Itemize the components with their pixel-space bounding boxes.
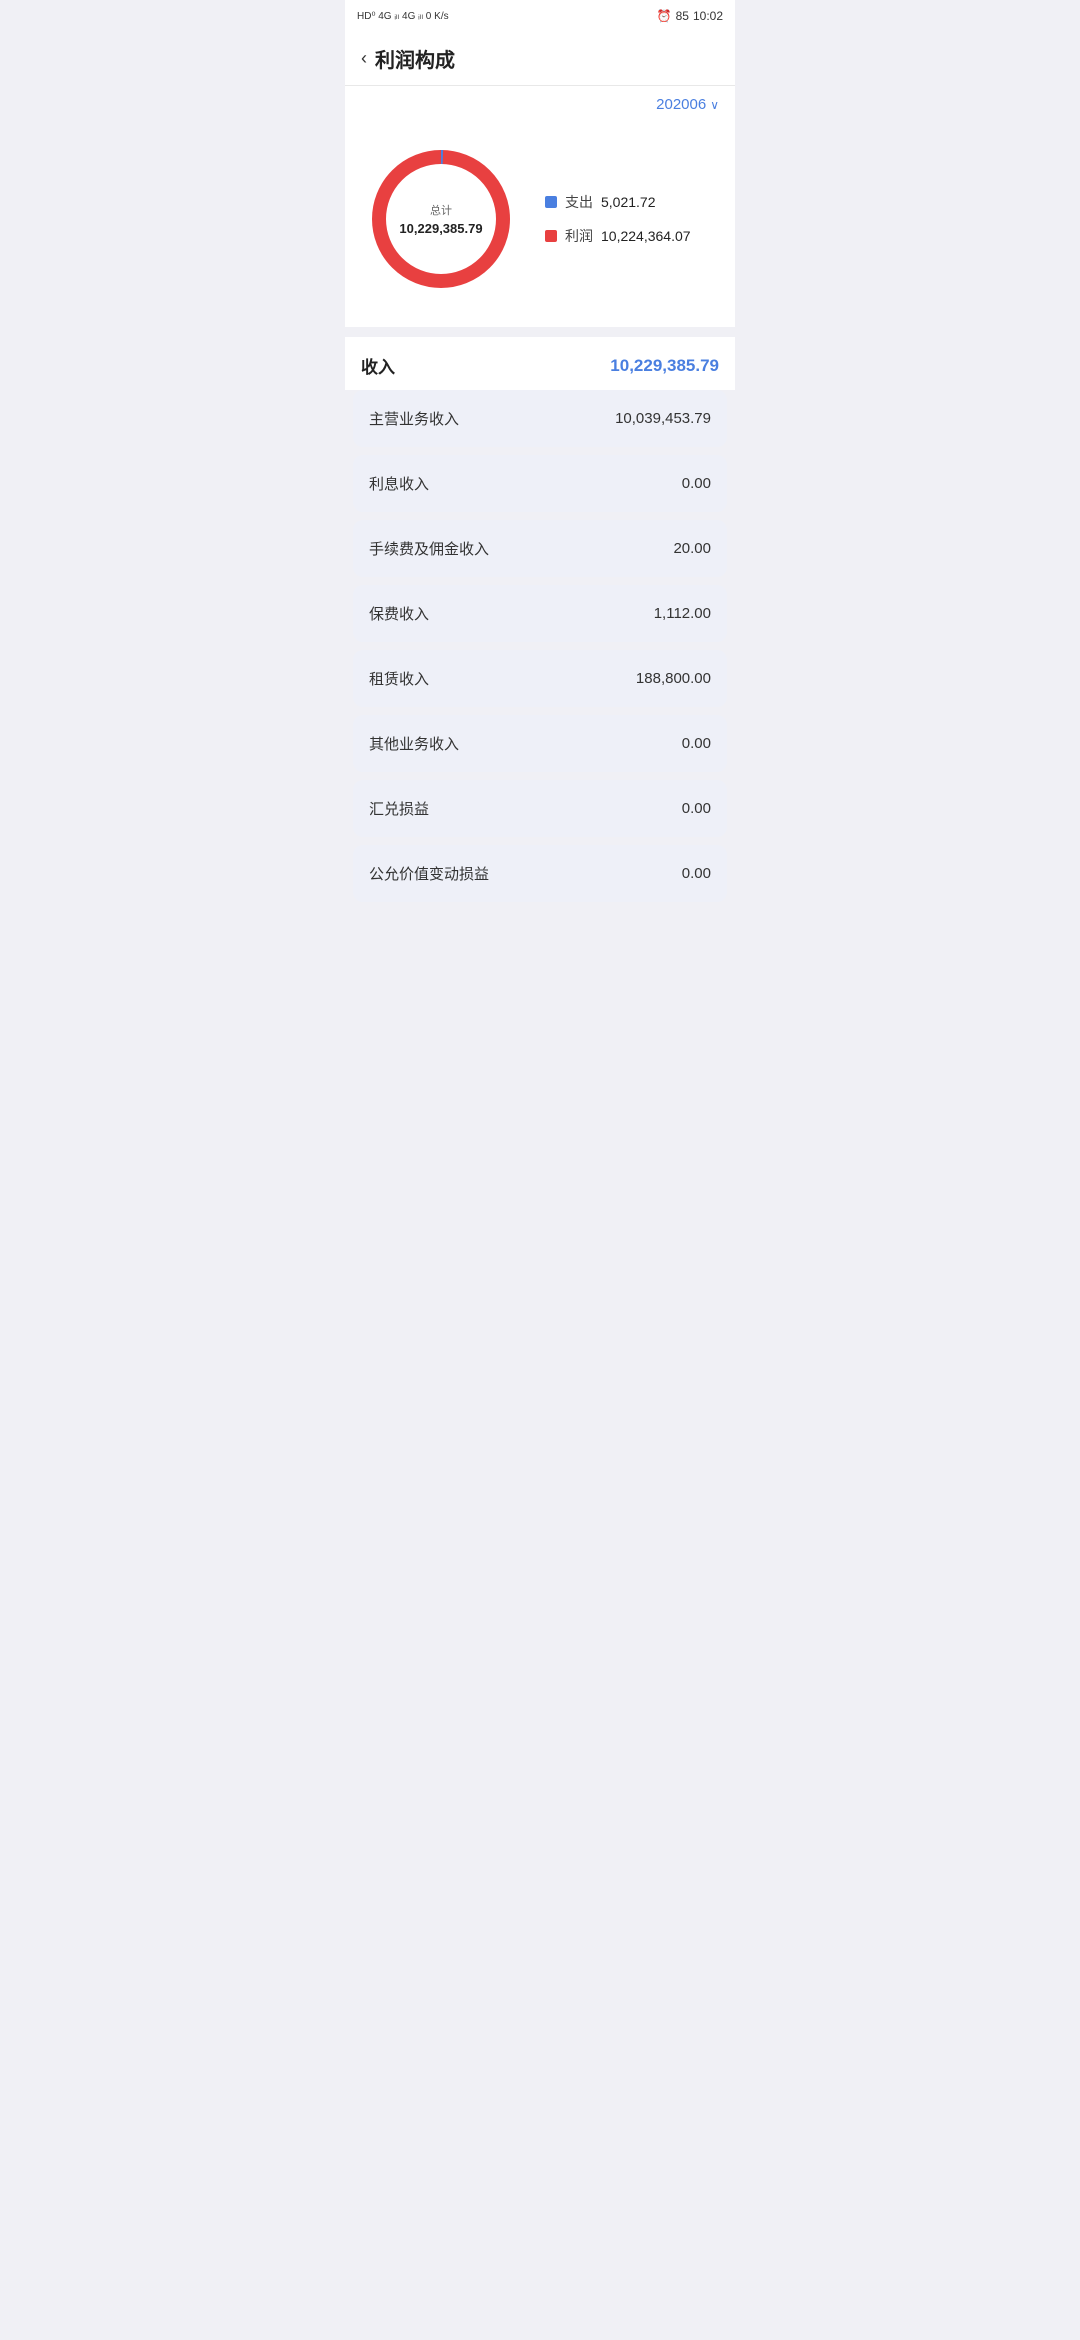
status-icons: HD⁰ 4G ᵢₗₗ 4G ᵢₗₗ 0 K/s: [357, 11, 449, 22]
chevron-down-icon: ∨: [710, 98, 719, 112]
item-value: 10,039,453.79: [615, 410, 711, 427]
income-header: 收入 10,229,385.79: [345, 337, 735, 390]
item-value: 1,112.00: [654, 605, 711, 622]
legend-dot-expense: [545, 196, 557, 208]
list-item[interactable]: 租赁收入 188,800.00: [353, 650, 727, 707]
list-item[interactable]: 主营业务收入 10,039,453.79: [353, 390, 727, 447]
alarm-icon: ⏰: [657, 9, 672, 23]
legend-name-expense: 支出: [565, 192, 593, 212]
item-name: 其他业务收入: [369, 733, 459, 754]
section-divider: [345, 327, 735, 337]
item-name: 主营业务收入: [369, 408, 459, 429]
battery-level: 85: [676, 9, 689, 23]
donut-center: 总计 10,229,385.79: [399, 202, 482, 236]
list-item[interactable]: 其他业务收入 0.00: [353, 715, 727, 772]
item-value: 0.00: [682, 475, 711, 492]
nav-bar: ‹ 利润构成: [345, 32, 735, 86]
legend-name-profit: 利润: [565, 226, 593, 246]
legend-value-expense: 5,021.72: [601, 194, 656, 210]
chart-legend: 支出 5,021.72 利润 10,224,364.07: [545, 192, 691, 246]
item-name: 利息收入: [369, 473, 429, 494]
donut-value: 10,229,385.79: [399, 221, 482, 236]
list-item[interactable]: 利息收入 0.00: [353, 455, 727, 512]
legend-item-expense: 支出 5,021.72: [545, 192, 691, 212]
status-right: ⏰ 85 10:02: [657, 9, 723, 23]
period-row: 202006 ∨: [345, 86, 735, 119]
list-item[interactable]: 保费收入 1,112.00: [353, 585, 727, 642]
item-value: 0.00: [682, 735, 711, 752]
item-name: 汇兑损益: [369, 798, 429, 819]
items-list: 主营业务收入 10,039,453.79 利息收入 0.00 手续费及佣金收入 …: [345, 390, 735, 910]
item-name: 手续费及佣金收入: [369, 538, 489, 559]
period-selector[interactable]: 202006 ∨: [656, 96, 719, 113]
item-value: 0.00: [682, 865, 711, 882]
legend-value-profit: 10,224,364.07: [601, 228, 691, 244]
income-title: 收入: [361, 353, 395, 378]
back-button[interactable]: ‹: [361, 48, 367, 69]
donut-chart: 总计 10,229,385.79: [361, 139, 521, 299]
income-total: 10,229,385.79: [610, 356, 719, 376]
legend-dot-profit: [545, 230, 557, 242]
item-name: 公允价值变动损益: [369, 863, 489, 884]
item-value: 20.00: [673, 540, 711, 557]
page-title: 利润构成: [375, 44, 455, 73]
item-value: 0.00: [682, 800, 711, 817]
item-name: 租赁收入: [369, 668, 429, 689]
item-name: 保费收入: [369, 603, 429, 624]
list-item[interactable]: 汇兑损益 0.00: [353, 780, 727, 837]
status-bar: HD⁰ 4G ᵢₗₗ 4G ᵢₗₗ 0 K/s ⏰ 85 10:02: [345, 0, 735, 32]
item-value: 188,800.00: [636, 670, 711, 687]
list-item[interactable]: 公允价值变动损益 0.00: [353, 845, 727, 902]
period-label: 202006: [656, 96, 706, 113]
time-display: 10:02: [693, 9, 723, 23]
legend-item-profit: 利润 10,224,364.07: [545, 226, 691, 246]
list-item[interactable]: 手续费及佣金收入 20.00: [353, 520, 727, 577]
chart-section: 总计 10,229,385.79 支出 5,021.72 利润 10,224,3…: [345, 119, 735, 327]
status-left: HD⁰ 4G ᵢₗₗ 4G ᵢₗₗ 0 K/s: [357, 11, 449, 22]
donut-label: 总计: [399, 202, 482, 218]
